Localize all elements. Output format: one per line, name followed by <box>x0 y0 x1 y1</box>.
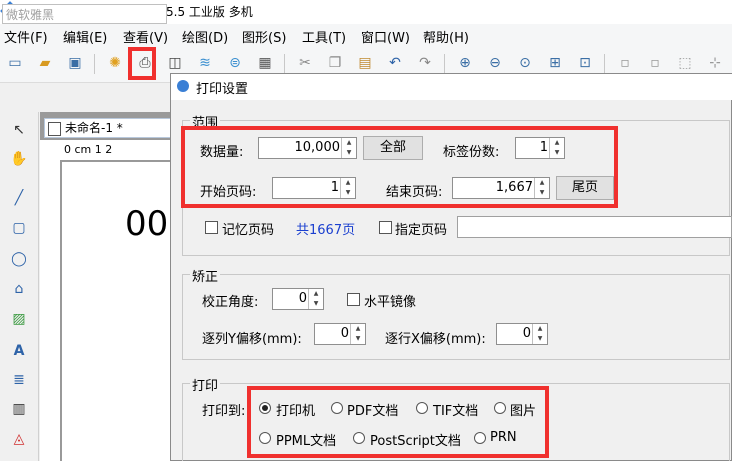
toolbar-separator <box>284 54 285 74</box>
column-offset-label: 逐列Y偏移(mm): <box>202 332 302 347</box>
new-window-icon[interactable]: ▭ <box>6 54 24 72</box>
correction-group <box>182 274 730 360</box>
menu-view[interactable]: 查看(V) <box>123 27 168 46</box>
settings-gear-icon[interactable]: ✺ <box>106 54 124 72</box>
column-offset-spinner[interactable]: 0 ▲ ▼ <box>314 323 366 345</box>
line-tool-icon[interactable]: ╱ <box>9 188 29 208</box>
print-target-highlight <box>247 386 549 458</box>
align-left-icon[interactable]: ▫ <box>616 54 634 72</box>
document-tab[interactable]: 未命名-1 * <box>44 118 172 138</box>
column-offset-value: 0 <box>340 326 349 341</box>
horizontal-mirror-label: 水平镜像 <box>364 295 417 310</box>
menu-window[interactable]: 窗口(W) <box>361 27 410 46</box>
align-group-icon[interactable]: ⬚ <box>676 54 694 72</box>
paste-icon[interactable]: ▤ <box>356 54 374 72</box>
horizontal-mirror-checkbox[interactable] <box>347 293 360 306</box>
dialog-icon <box>177 80 189 92</box>
align-center-icon[interactable]: ▫ <box>646 54 664 72</box>
save-icon[interactable]: ▣ <box>66 54 84 72</box>
angle-value: 0 <box>298 291 307 306</box>
pointer-icon[interactable]: ↖ <box>9 120 29 140</box>
spinner-arrows-icon[interactable]: ▲ ▼ <box>532 324 547 344</box>
zoom-icon[interactable]: ⊙ <box>516 54 534 72</box>
open-folder-icon[interactable]: ▰ <box>36 54 54 72</box>
menu-shape[interactable]: 图形(S) <box>242 27 286 46</box>
toolbar-separator <box>94 54 95 74</box>
print-preview-icon[interactable]: ◫ <box>166 54 184 72</box>
canvas-workspace <box>62 294 174 461</box>
left-tool-panel: ↖ ✋ ╱ ▢ ◯ ⌂ ▨ A ≣ ▥ ◬ <box>0 112 39 461</box>
menu-edit[interactable]: 编辑(E) <box>63 27 107 46</box>
total-pages-text: 共1667页 <box>296 223 356 238</box>
ruler-label: 0 cm 1 2 <box>64 143 113 156</box>
print-to-label: 打印到: <box>202 404 246 419</box>
toolbar-separator <box>444 54 445 74</box>
dialog-title: 打印设置 <box>196 82 249 97</box>
copy-icon[interactable]: ❐ <box>326 54 344 72</box>
dialog-title-bar <box>171 74 732 100</box>
pan-icon[interactable]: ✋ <box>9 149 29 169</box>
vertical-ruler <box>40 160 61 461</box>
zoom-in-icon[interactable]: ⊕ <box>456 54 474 72</box>
database-icon[interactable]: ≋ <box>196 54 214 72</box>
print-group-label: 打印 <box>190 375 221 394</box>
document-icon <box>48 122 61 136</box>
align-distribute-icon[interactable]: ⊹ <box>706 54 724 72</box>
spinner-arrows-icon[interactable]: ▲ ▼ <box>308 289 323 309</box>
qrcode-tool-icon[interactable]: ◬ <box>9 429 29 449</box>
picture-tool-icon[interactable]: ⌂ <box>9 279 29 299</box>
spinner-arrows-icon[interactable]: ▲ ▼ <box>350 324 365 344</box>
specify-page-label: 指定页码 <box>395 223 448 238</box>
grid-icon[interactable]: ▦ <box>256 54 274 72</box>
specify-page-checkbox[interactable] <box>379 221 392 234</box>
print-button-highlight <box>128 47 156 80</box>
fit-page-icon[interactable]: ⊞ <box>546 54 564 72</box>
font-bar <box>0 83 172 111</box>
rectangle-tool-icon[interactable]: ▢ <box>9 218 29 238</box>
menu-bar: 文件(F) 编辑(E) 查看(V) 绘图(D) 图形(S) 工具(T) 窗口(W… <box>0 24 732 46</box>
menu-tools[interactable]: 工具(T) <box>302 27 346 46</box>
ellipse-tool-icon[interactable]: ◯ <box>9 249 29 269</box>
remember-page-label: 记忆页码 <box>222 223 275 238</box>
redo-icon[interactable]: ↷ <box>416 54 434 72</box>
correction-group-label: 矫正 <box>190 266 221 285</box>
remember-page-checkbox[interactable] <box>205 221 218 234</box>
angle-spinner[interactable]: 0 ▲ ▼ <box>272 288 324 310</box>
row-offset-value: 0 <box>522 326 531 341</box>
row-offset-label: 逐行X偏移(mm): <box>385 332 486 347</box>
database-settings-icon[interactable]: ⊜ <box>226 54 244 72</box>
actual-size-icon[interactable]: ⊡ <box>576 54 594 72</box>
zoom-out-icon[interactable]: ⊖ <box>486 54 504 72</box>
specify-page-input[interactable] <box>457 216 732 238</box>
undo-icon[interactable]: ↶ <box>386 54 404 72</box>
angle-label: 校正角度: <box>202 295 259 310</box>
row-offset-spinner[interactable]: 0 ▲ ▼ <box>496 323 548 345</box>
horizontal-ruler: 0 cm 1 2 <box>40 140 174 161</box>
menu-help[interactable]: 帮助(H) <box>423 27 469 46</box>
image-tool-icon[interactable]: ▨ <box>9 309 29 329</box>
cut-icon[interactable]: ✂ <box>296 54 314 72</box>
menu-file[interactable]: 文件(F) <box>4 27 48 46</box>
barcode-tool-icon[interactable]: ▥ <box>9 399 29 419</box>
menu-draw[interactable]: 绘图(D) <box>182 27 228 46</box>
toolbar-separator <box>604 54 605 74</box>
font-family-select[interactable]: 微软雅黑 <box>2 4 167 24</box>
range-highlight <box>181 126 618 208</box>
rich-text-tool-icon[interactable]: ≣ <box>9 370 29 390</box>
text-tool-icon[interactable]: A <box>9 341 29 361</box>
